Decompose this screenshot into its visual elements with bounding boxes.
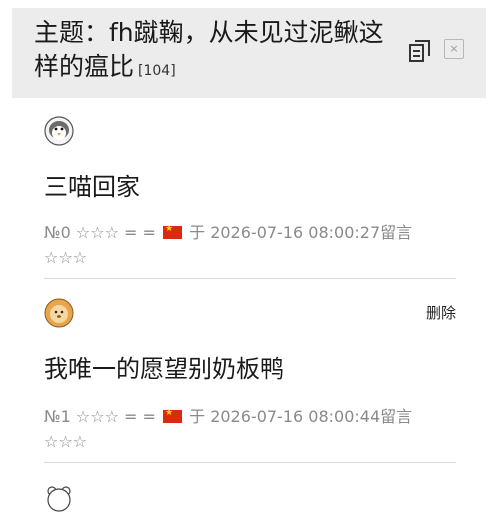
reply-link[interactable]: 留言 xyxy=(380,223,412,242)
post-number: №0 ☆☆☆ = = xyxy=(44,223,156,242)
reply-link[interactable]: 留言 xyxy=(380,407,412,426)
china-flag-icon xyxy=(163,223,183,239)
post-number: №1 ☆☆☆ = = xyxy=(44,407,156,426)
delete-button[interactable]: 删除 xyxy=(426,302,456,323)
post-date: 于 2026-07-16 08:00:44 xyxy=(189,407,381,426)
thread-title-text: 主题：fh蹴鞠，从未见过泥鳅这样的瘟比 xyxy=(34,18,384,81)
post-content: 我唯一的愿望别奶板鸭 xyxy=(44,355,284,383)
penguin-avatar-icon[interactable] xyxy=(44,116,74,146)
reply-count: [104] xyxy=(138,63,176,79)
divider xyxy=(44,278,456,279)
post-content: 三喵回家 xyxy=(44,173,140,201)
post-date: 于 2026-07-16 08:00:27 xyxy=(189,223,381,242)
reply-stars[interactable]: ☆☆☆ xyxy=(44,248,87,267)
post-meta: №1 ☆☆☆ = = 于 2026-07-16 08:00:44留言 ☆☆☆ xyxy=(44,404,454,454)
copy-icon[interactable] xyxy=(407,38,433,64)
china-flag-icon xyxy=(163,407,183,423)
reply-stars[interactable]: ☆☆☆ xyxy=(44,432,87,451)
lion-avatar-icon[interactable] xyxy=(44,298,74,328)
thread-title: 主题：fh蹴鞠，从未见过泥鳅这样的瘟比 [104] xyxy=(34,16,394,88)
close-button[interactable]: × xyxy=(444,39,464,59)
post-meta: №0 ☆☆☆ = = 于 2026-07-16 08:00:27留言 ☆☆☆ xyxy=(44,220,454,270)
post-0: 三喵回家 №0 ☆☆☆ = = 于 2026-07-16 08:00:27留言 … xyxy=(44,114,456,280)
divider xyxy=(44,462,456,463)
bear-avatar-icon[interactable] xyxy=(44,484,74,514)
post-2 xyxy=(44,482,456,512)
thread-header: 主题：fh蹴鞠，从未见过泥鳅这样的瘟比 [104] × xyxy=(12,8,486,98)
post-1: 删除 我唯一的愿望别奶板鸭 №1 ☆☆☆ = = 于 2026-07-16 08… xyxy=(44,296,456,466)
